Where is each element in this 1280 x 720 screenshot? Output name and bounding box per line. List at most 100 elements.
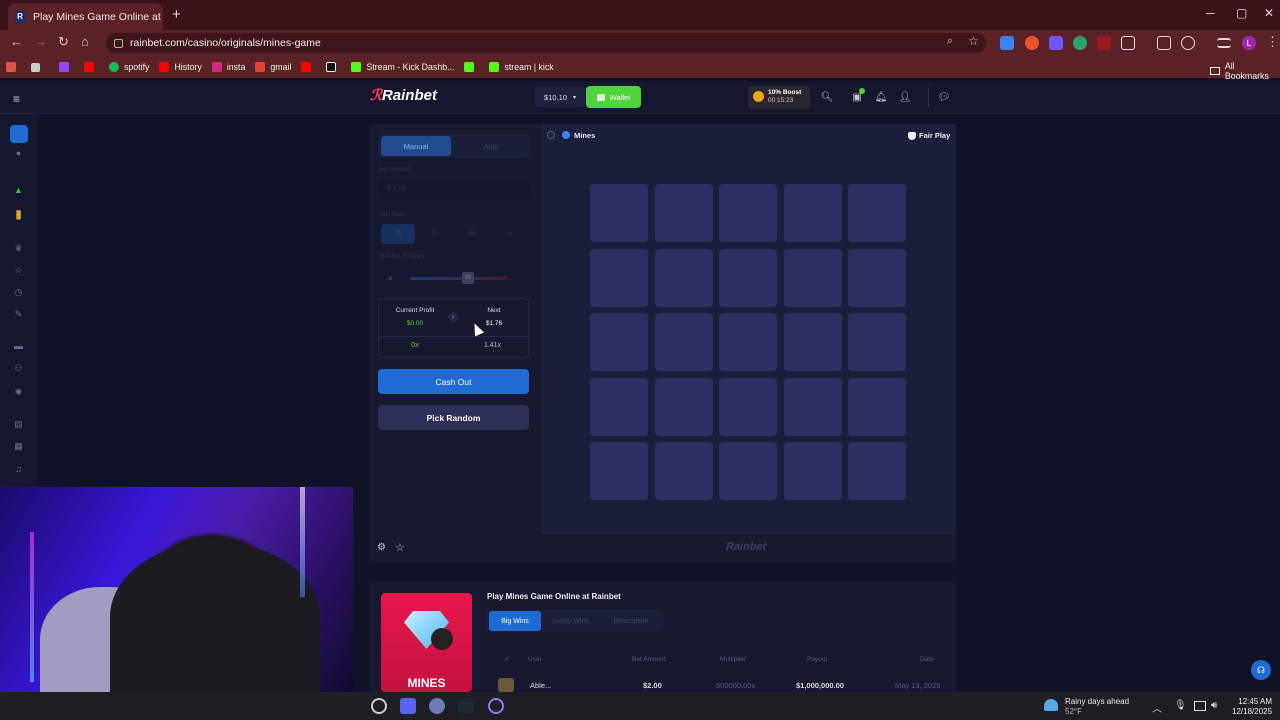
address-bar[interactable]: rainbet.com/casino/originals/mines-game [106,33,986,53]
bookmark-item-0[interactable] [59,62,74,72]
sports-nav-icon[interactable]: ● [12,146,25,159]
maximize-icon[interactable]: ▢ [1236,6,1247,20]
mines-slider-handle[interactable]: 20 [462,272,474,284]
user-icon[interactable]: 👤︎ [898,90,912,104]
tab-auto[interactable]: Auto [456,136,526,156]
casino-nav-icon[interactable] [10,125,28,143]
search-icon[interactable]: 🔍︎ [820,90,834,104]
menu-hamburger-icon[interactable]: ≡ [13,92,20,106]
all-bookmarks-button[interactable]: All Bookmarks [1210,61,1280,81]
live-support-headset-icon[interactable]: ☊ [1251,660,1271,680]
close-window-icon[interactable]: ✕ [1264,6,1274,20]
taskbar-clock[interactable]: 12:45 AM 12/18/2025 [1232,697,1272,717]
zoom-icon[interactable]: ⌕ [947,35,953,48]
mine-tile[interactable] [590,184,648,242]
weather-widget[interactable]: Rainy days ahead 52°F [1065,697,1129,717]
site-info-icon[interactable] [114,38,123,48]
mine-tile[interactable] [848,442,906,500]
mine-tile[interactable] [590,442,648,500]
settings-gear-icon[interactable]: ⚙ [377,542,386,553]
crown-icon[interactable]: ♛ [12,242,25,255]
tab-big-wins[interactable]: Big Wins [489,611,541,631]
reading-list-icon[interactable] [1217,38,1231,48]
cast-icon[interactable] [1157,36,1171,50]
media-icon[interactable] [1181,36,1195,50]
row-user[interactable]: Able... [530,681,551,690]
grid-option-25[interactable]: 25 [381,224,415,244]
mine-tile[interactable] [848,248,906,307]
mine-tile[interactable] [654,442,713,500]
extension-green-icon[interactable] [1073,36,1087,50]
network-icon[interactable] [1194,701,1206,711]
bookmark-apps[interactable] [6,62,21,72]
mine-tile[interactable] [654,248,713,307]
grid-option-64[interactable]: 64 [492,224,526,244]
chat-icon[interactable]: 💬︎ [937,90,951,104]
bookmark-item-6[interactable] [301,62,316,72]
mine-tile[interactable] [719,184,777,242]
info-icon[interactable] [547,131,555,139]
discord-icon[interactable] [400,698,416,714]
tag-icon[interactable]: ✎ [12,308,25,321]
balance-selector[interactable]: $10.10 ▾ [535,87,585,107]
bookmark-item-5[interactable]: gmail [255,62,291,72]
bookmark-item-8[interactable]: Stream - Kick Dashb... [351,62,454,72]
bookmark-item-3[interactable]: History [159,62,202,72]
mine-tile[interactable] [783,248,842,307]
bookmark-item-9[interactable] [464,62,479,72]
mine-tile[interactable] [719,442,777,500]
ticket-icon[interactable]: ▮ [12,207,25,221]
volume-icon[interactable]: 🔊︎ [1211,700,1217,711]
tab-lucky-wins[interactable]: Lucky Wins [545,611,597,631]
users-icon[interactable]: ⚇ [12,362,25,375]
minimize-icon[interactable]: ─ [1206,6,1215,20]
mine-tile[interactable] [848,313,906,371]
star-icon[interactable]: ☆ [12,264,25,277]
history-icon[interactable]: ◷ [12,286,25,299]
fair-play-button[interactable]: Fair Play [908,131,950,140]
mine-tile[interactable] [590,313,648,371]
support-headset-icon[interactable]: ♫ [12,462,25,475]
christmas-tree-icon[interactable]: ▲ [12,183,25,196]
profile-avatar-icon[interactable]: L [1242,36,1256,50]
new-tab-icon[interactable]: + [172,6,181,23]
mine-tile[interactable] [783,313,842,371]
browser-menu-icon[interactable]: ⋮ [1266,34,1279,50]
forward-icon[interactable]: → [34,34,47,49]
mine-tile[interactable] [848,184,906,242]
extension-badge-icon[interactable] [1097,36,1111,50]
mine-tile[interactable] [719,377,777,436]
extensions-puzzle-icon[interactable] [1121,36,1135,50]
bell-icon[interactable]: 🔔︎ [874,90,888,104]
mine-tile[interactable] [590,248,648,307]
pick-random-button[interactable]: Pick Random [378,405,529,430]
tab-manual[interactable]: Manual [381,136,451,156]
bookmark-item-10[interactable]: stream | kick [489,62,554,72]
tab-description[interactable]: Description [601,611,661,631]
mine-tile[interactable] [654,377,713,436]
grid-option-49[interactable]: 49 [455,224,489,244]
wallet-button[interactable]: Wallet [586,86,641,108]
cash-out-button[interactable]: Cash Out [378,369,529,394]
extension-twitch-icon[interactable] [1049,36,1063,50]
bookmark-item-1[interactable] [84,62,99,72]
back-icon[interactable]: ← [10,34,23,49]
mine-tile[interactable] [783,442,842,500]
obs-icon[interactable] [488,698,504,714]
grid-option-36[interactable]: 36 [418,224,452,244]
mines-slider-track[interactable] [410,277,505,280]
settings-icon[interactable]: ✺ [12,386,25,399]
mine-tile[interactable] [848,377,906,436]
home-icon[interactable]: ⌂ [81,34,89,49]
car-icon[interactable]: ▬ [12,339,25,352]
reload-icon[interactable]: ↻ [58,34,69,50]
bookmark-item-2[interactable]: spotify [109,62,149,72]
mine-tile[interactable] [590,377,648,436]
bookmark-item-4[interactable]: insta [211,62,245,72]
shop-icon[interactable]: ▤ [12,418,25,431]
favorite-star-icon[interactable]: ☆ [395,541,405,554]
extension-shield-icon[interactable] [1000,36,1014,50]
mine-tile[interactable] [719,248,777,307]
bet-amount-input[interactable]: $ 1.25 [379,180,529,200]
extension-fire-icon[interactable] [1025,36,1039,50]
